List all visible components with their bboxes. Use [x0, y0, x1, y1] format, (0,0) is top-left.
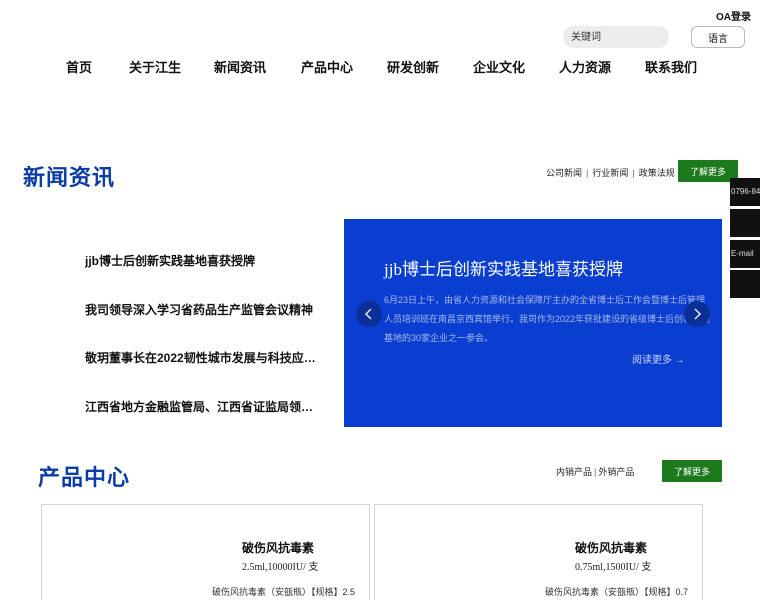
tab-company-news[interactable]: 公司新闻	[546, 168, 582, 178]
side-phone-text: 0796-84	[731, 187, 760, 196]
product-card[interactable]: 破伤风抗毒素 0.75ml,1500IU/ 支 破伤风抗毒素（安瓿瓶）【规格】0…	[374, 504, 703, 600]
nav-item-about[interactable]: 关于江生	[129, 57, 181, 76]
product-description: 破伤风抗毒素（安瓿瓶）【规格】2.5	[212, 587, 356, 597]
featured-news-title[interactable]: jjb博士后创新实践基地喜获授牌	[384, 255, 623, 280]
nav-item-hr[interactable]: 人力资源	[559, 57, 611, 76]
tab-separator: |	[586, 168, 589, 178]
news-section-title: 新闻资讯	[23, 165, 116, 190]
nav-item-home[interactable]: 首页	[66, 57, 92, 76]
news-tabs: 公司新闻 | 行业新闻 | 政策法规	[546, 166, 675, 179]
side-top-button[interactable]	[730, 270, 760, 298]
main-nav: 首页 关于江生 新闻资讯 产品中心 研发创新 企业文化 人力资源 联系我们	[0, 57, 760, 75]
nav-item-research[interactable]: 研发创新	[387, 57, 439, 76]
products-more-button[interactable]: 了解更多	[662, 460, 722, 482]
read-more-link[interactable]: 阅读更多 →	[632, 351, 685, 366]
nav-item-news[interactable]: 新闻资讯	[214, 57, 266, 76]
nav-item-products[interactable]: 产品中心	[301, 57, 353, 76]
language-button[interactable]: 语言	[691, 26, 745, 48]
news-list-item[interactable]: 敬玥董事长在2022韧性城市发展与科技应急产业大会上发言	[85, 349, 325, 366]
side-contact-button[interactable]	[730, 209, 760, 237]
carousel-prev-button[interactable]	[356, 301, 382, 327]
product-name: 破伤风抗毒素	[575, 541, 648, 555]
featured-news-body: 6月23日上午，由省人力资源和社会保障厅主办的全省博士后工作会暨博士后管理人员培…	[384, 295, 711, 343]
tab-separator: |	[594, 467, 597, 477]
news-list-item[interactable]: 我司领导深入学习省药品生产监管会议精神	[85, 301, 325, 318]
news-list-item[interactable]: 江西省地方金融监管局、江西省证监局领导莅临调研	[85, 398, 325, 415]
product-spec: 0.75ml,1500IU/ 支	[575, 562, 652, 573]
news-list-item[interactable]: jjb博士后创新实践基地喜获授牌	[85, 252, 325, 269]
nav-item-contact[interactable]: 联系我们	[645, 57, 697, 76]
news-more-button[interactable]: 了解更多	[678, 160, 738, 182]
product-card[interactable]: 破伤风抗毒素 2.5ml,10000IU/ 支 破伤风抗毒素（安瓿瓶）【规格】2…	[41, 504, 370, 600]
featured-news-card: jjb博士后创新实践基地喜获授牌 6月23日上午，由省人力资源和社会保障厅主办的…	[344, 219, 722, 427]
tab-domestic-products[interactable]: 内销产品	[556, 467, 592, 477]
side-phone-button[interactable]: 0796-84	[730, 178, 760, 206]
oa-login-link[interactable]: OA登录	[716, 8, 751, 23]
search-input[interactable]	[563, 26, 669, 48]
product-tabs: 内销产品 | 外销产品	[556, 465, 634, 478]
chevron-right-icon	[694, 308, 701, 320]
chevron-left-icon	[365, 308, 372, 320]
tab-policy[interactable]: 政策法规	[639, 168, 675, 178]
tab-export-products[interactable]: 外销产品	[598, 467, 634, 477]
products-section-title: 产品中心	[38, 465, 131, 490]
side-email-text: E-mail	[731, 249, 754, 258]
tab-separator: |	[632, 168, 635, 178]
carousel-next-button[interactable]	[684, 301, 710, 327]
product-description: 破伤风抗毒素（安瓿瓶）【规格】0.7	[545, 587, 689, 597]
side-email-button[interactable]: E-mail	[730, 240, 760, 268]
nav-item-culture[interactable]: 企业文化	[473, 57, 525, 76]
tab-industry-news[interactable]: 行业新闻	[592, 168, 628, 178]
product-name: 破伤风抗毒素	[242, 541, 315, 555]
product-spec: 2.5ml,10000IU/ 支	[242, 562, 319, 573]
